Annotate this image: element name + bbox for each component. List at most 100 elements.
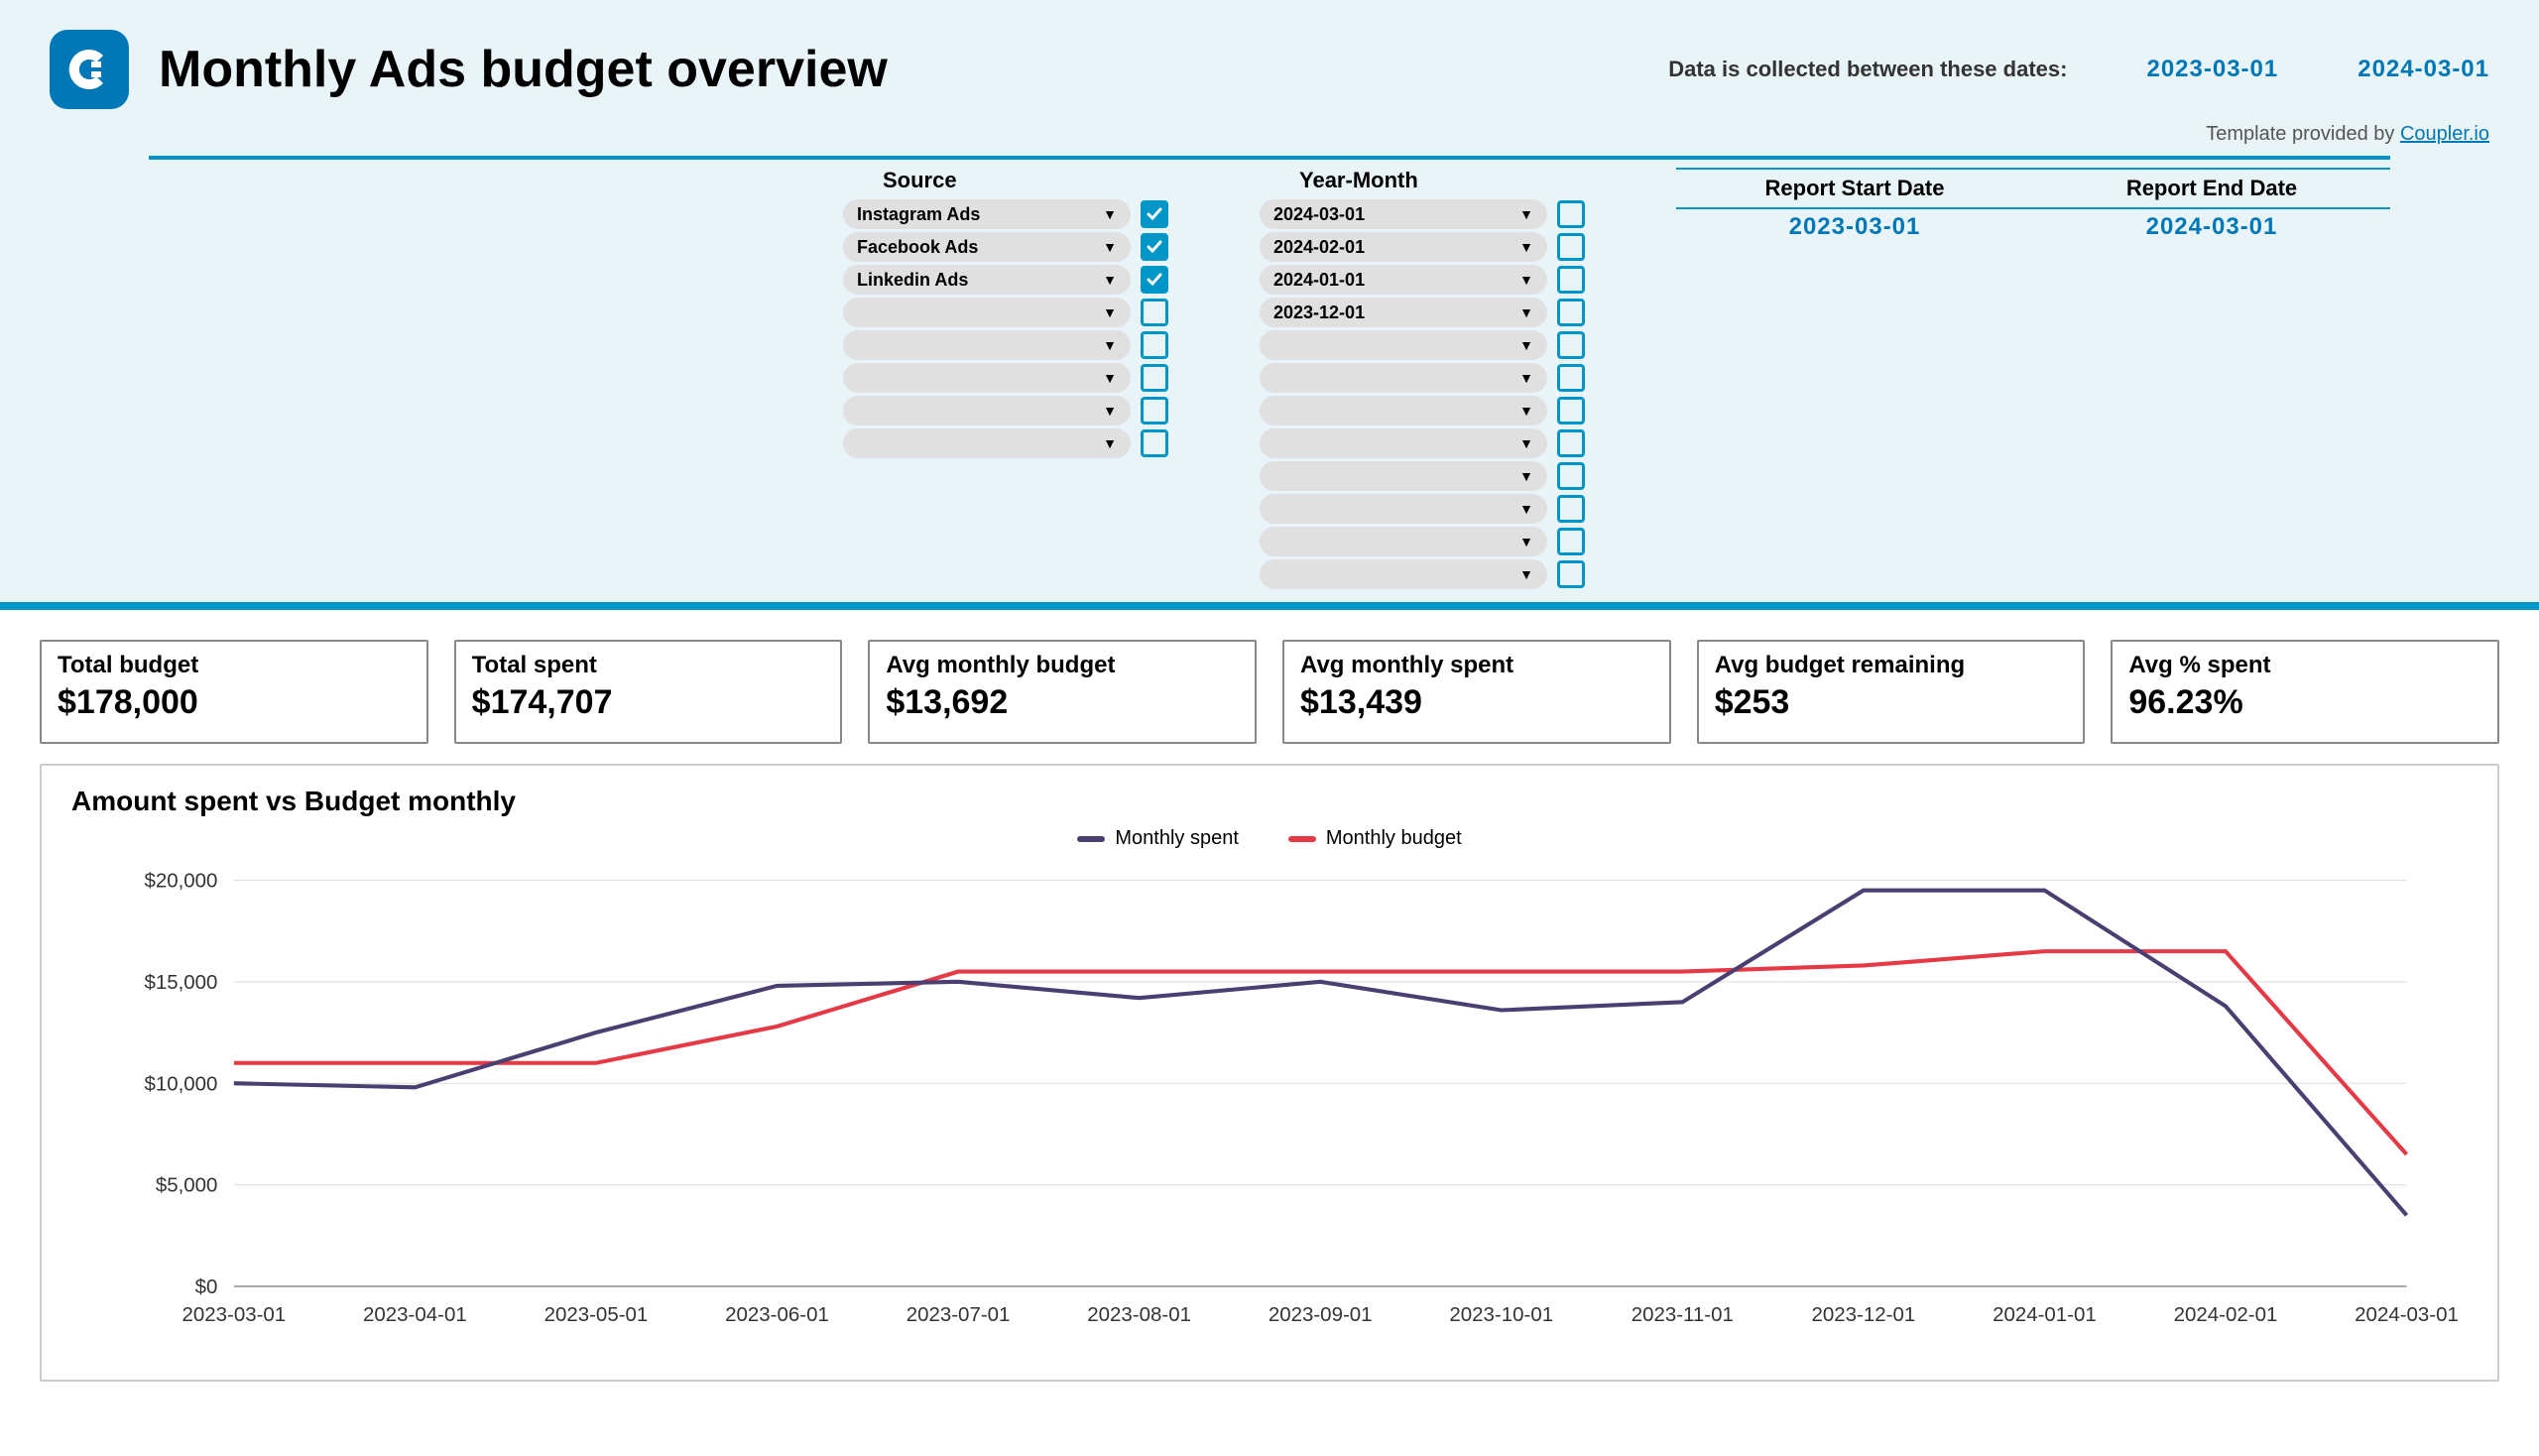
kpi-value: 96.23% [2128,683,2481,722]
kpi-card-4: Avg budget remaining $253 [1697,640,2086,744]
source-0-checkbox[interactable] [1141,200,1168,228]
source-4-dropdown[interactable]: ▼ [843,330,1131,360]
month-5-dropdown[interactable]: ▼ [1260,363,1547,393]
source-5-dropdown[interactable]: ▼ [843,363,1131,393]
month-3-checkbox[interactable] [1557,299,1585,326]
month-0-label: 2024-03-01 [1273,204,1365,225]
y-axis-tick-label: $5,000 [156,1174,218,1197]
chevron-down-icon: ▼ [1519,272,1533,288]
month-6-dropdown[interactable]: ▼ [1260,396,1547,425]
legend-label-spent: Monthly spent [1115,827,1239,850]
month-2-checkbox[interactable] [1557,266,1585,294]
kpi-card-5: Avg % spent 96.23% [2111,640,2499,744]
chevron-down-icon: ▼ [1519,468,1533,484]
chart-title: Amount spent vs Budget monthly [71,786,2468,817]
source-3-dropdown[interactable]: ▼ [843,298,1131,327]
month-10-checkbox[interactable] [1557,528,1585,555]
month-4-dropdown[interactable]: ▼ [1260,330,1547,360]
x-axis-tick-label: 2023-08-01 [1087,1303,1191,1326]
chevron-down-icon: ▼ [1519,370,1533,386]
chevron-down-icon: ▼ [1519,304,1533,320]
source-1-dropdown[interactable]: Facebook Ads ▼ [843,232,1131,262]
kpi-label: Avg budget remaining [1715,652,2068,679]
x-axis-tick-label: 2023-04-01 [363,1303,467,1326]
month-2-label: 2024-01-01 [1273,270,1365,291]
month-7-dropdown[interactable]: ▼ [1260,428,1547,458]
check-icon [1146,271,1163,289]
month-8-dropdown[interactable]: ▼ [1260,461,1547,491]
x-axis-tick-label: 2023-07-01 [907,1303,1011,1326]
legend-label-budget: Monthly budget [1326,827,1462,850]
source-4-checkbox[interactable] [1141,331,1168,359]
month-1-checkbox[interactable] [1557,233,1585,261]
source-1-label: Facebook Ads [857,237,978,258]
kpi-value: $13,692 [886,683,1239,722]
template-provider-link[interactable]: Coupler.io [2400,123,2489,145]
kpi-label: Avg monthly spent [1300,652,1653,679]
kpi-card-3: Avg monthly spent$13,439 [1282,640,1671,744]
x-axis-tick-label: 2023-11-01 [1632,1303,1734,1326]
chevron-down-icon: ▼ [1103,272,1117,288]
x-axis-tick-label: 2024-03-01 [2355,1303,2459,1326]
month-9-dropdown[interactable]: ▼ [1260,494,1547,524]
source-3-checkbox[interactable] [1141,299,1168,326]
collected-dates-label: Data is collected between these dates: [1668,57,2067,82]
y-axis-tick-label: $10,000 [144,1072,217,1095]
x-axis-tick-label: 2024-01-01 [1993,1303,2097,1326]
kpi-label: Total budget [58,652,411,679]
brand-logo [50,30,129,109]
month-1-dropdown[interactable]: 2024-02-01 ▼ [1260,232,1547,262]
month-0-dropdown[interactable]: 2024-03-01 ▼ [1260,199,1547,229]
source-1-checkbox[interactable] [1141,233,1168,261]
month-4-checkbox[interactable] [1557,331,1585,359]
month-6-checkbox[interactable] [1557,397,1585,425]
source-7-dropdown[interactable]: ▼ [843,428,1131,458]
month-5-checkbox[interactable] [1557,364,1585,392]
chevron-down-icon: ▼ [1519,403,1533,419]
kpi-label: Total spent [472,652,825,679]
legend-item-budget: Monthly budget [1288,827,1462,850]
chevron-down-icon: ▼ [1519,534,1533,549]
chevron-down-icon: ▼ [1519,435,1533,451]
source-6-dropdown[interactable]: ▼ [843,396,1131,425]
source-6-checkbox[interactable] [1141,397,1168,425]
chevron-down-icon: ▼ [1103,337,1117,353]
chevron-down-icon: ▼ [1519,239,1533,255]
month-0-checkbox[interactable] [1557,200,1585,228]
kpi-card-2: Avg monthly budget$13,692 [868,640,1257,744]
chevron-down-icon: ▼ [1519,337,1533,353]
report-start-date-value: 2023-03-01 [1676,209,2033,247]
x-axis-tick-label: 2023-03-01 [181,1303,286,1326]
report-start-date-header: Report Start Date [1676,168,2033,209]
check-icon [1146,238,1163,256]
chevron-down-icon: ▼ [1103,239,1117,255]
source-2-dropdown[interactable]: Linkedin Ads ▼ [843,265,1131,295]
x-axis-tick-label: 2023-10-01 [1449,1303,1553,1326]
month-8-checkbox[interactable] [1557,462,1585,490]
source-0-dropdown[interactable]: Instagram Ads▼ [843,199,1131,229]
source-7-checkbox[interactable] [1141,429,1168,457]
chevron-down-icon: ▼ [1519,206,1533,222]
source-2-label: Linkedin Ads [857,270,968,291]
month-11-dropdown[interactable]: ▼ [1260,559,1547,589]
kpi-value: $253 [1715,683,2068,722]
report-end-date-header: Report End Date [2033,168,2390,209]
line-chart: $0$5,000$10,000$15,000$20,0002023-03-012… [71,860,2468,1347]
month-9-checkbox[interactable] [1557,495,1585,523]
source-5-checkbox[interactable] [1141,364,1168,392]
chevron-down-icon: ▼ [1519,501,1533,517]
month-10-dropdown[interactable]: ▼ [1260,527,1547,556]
month-2-dropdown[interactable]: 2024-01-01 ▼ [1260,265,1547,295]
report-date-panel: Report Start Date Report End Date 2023-0… [1676,168,2390,247]
report-end-date-value: 2024-03-01 [2033,209,2390,247]
month-11-checkbox[interactable] [1557,560,1585,588]
month-7-checkbox[interactable] [1557,429,1585,457]
legend-swatch-budget [1288,836,1316,842]
legend-swatch-spent [1077,836,1105,842]
source-2-checkbox[interactable] [1141,266,1168,294]
month-3-dropdown[interactable]: 2023-12-01▼ [1260,298,1547,327]
y-axis-tick-label: $0 [195,1275,218,1298]
month-1-label: 2024-02-01 [1273,237,1365,258]
kpi-label: Avg % spent [2128,652,2481,679]
month-column-header: Year-Month [1260,168,1676,193]
